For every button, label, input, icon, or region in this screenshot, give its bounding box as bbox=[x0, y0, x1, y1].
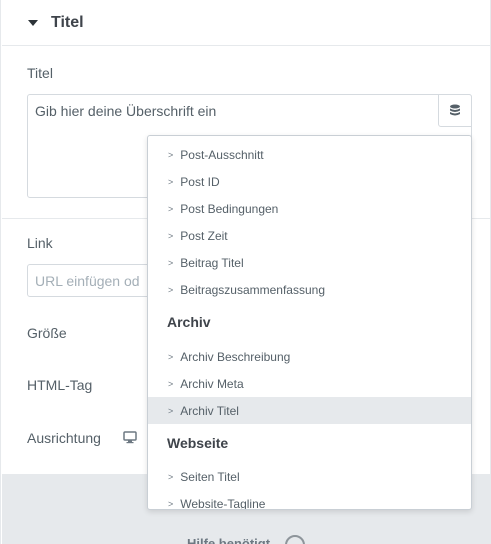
title-label: Titel bbox=[27, 65, 53, 81]
dropdown-group-site: Webseite bbox=[167, 435, 229, 451]
dropdown-item[interactable]: > Post ID bbox=[148, 168, 471, 195]
link-label: Link bbox=[27, 235, 53, 251]
dropdown-item[interactable]: > Post-Ausschnitt bbox=[148, 141, 471, 168]
alignment-label: Ausrichtung bbox=[27, 430, 101, 446]
dropdown-item-label: Post Zeit bbox=[180, 228, 228, 243]
help-link[interactable]: Hilfe benötigt bbox=[187, 536, 270, 544]
desktop-icon[interactable] bbox=[123, 431, 137, 444]
dropdown-item[interactable]: > Website-Tagline bbox=[148, 490, 471, 510]
dropdown-item-label: Beitragszusammenfassung bbox=[180, 282, 326, 297]
chevron-right-icon: > bbox=[168, 258, 174, 268]
database-icon bbox=[450, 104, 460, 115]
dropdown-item-label: Beitrag Titel bbox=[180, 255, 244, 270]
caret-down-icon bbox=[28, 20, 38, 26]
chevron-right-icon: > bbox=[168, 177, 174, 187]
dropdown-item[interactable]: > Archiv Meta bbox=[148, 370, 471, 397]
chevron-right-icon: > bbox=[168, 204, 174, 214]
chevron-right-icon: > bbox=[168, 472, 174, 482]
dropdown-item-label: Archiv Titel bbox=[180, 403, 239, 418]
section-header[interactable]: Titel bbox=[2, 0, 491, 46]
section-title: Titel bbox=[51, 13, 84, 31]
size-label: Größe bbox=[27, 325, 67, 341]
dropdown-item-label: Post-Ausschnitt bbox=[180, 147, 264, 162]
dynamic-tags-dropdown: > Post-Ausschnitt > Post ID > Post Bedin… bbox=[147, 135, 472, 510]
dropdown-group-archive: Archiv bbox=[167, 314, 211, 330]
chevron-right-icon: > bbox=[168, 231, 174, 241]
title-value: Gib hier deine Überschrift ein bbox=[35, 103, 217, 119]
editor-panel: Titel Titel Gib hier deine Überschrift e… bbox=[0, 0, 491, 544]
dropdown-item-label: Post ID bbox=[180, 174, 220, 189]
dropdown-item[interactable]: > Seiten Titel bbox=[148, 463, 471, 490]
chevron-right-icon: > bbox=[168, 406, 174, 416]
chevron-right-icon: > bbox=[168, 285, 174, 295]
dropdown-item-label: Archiv Meta bbox=[180, 376, 244, 391]
dropdown-item-label: Seiten Titel bbox=[180, 469, 240, 484]
dropdown-item[interactable]: > Beitrag Titel bbox=[148, 249, 471, 276]
dynamic-tags-button[interactable] bbox=[438, 94, 472, 127]
chevron-right-icon: > bbox=[168, 150, 174, 160]
dropdown-item-selected[interactable]: > Archiv Titel bbox=[148, 397, 471, 424]
dropdown-item-label: Website-Tagline bbox=[180, 496, 266, 510]
dropdown-item[interactable]: > Post Bedingungen bbox=[148, 195, 471, 222]
dropdown-item[interactable]: > Beitragszusammenfassung bbox=[148, 276, 471, 303]
chevron-right-icon: > bbox=[168, 499, 174, 509]
chevron-right-icon: > bbox=[168, 379, 174, 389]
dropdown-item[interactable]: > Archiv Beschreibung bbox=[148, 343, 471, 370]
dropdown-item-label: Archiv Beschreibung bbox=[180, 349, 291, 364]
chevron-right-icon: > bbox=[168, 352, 174, 362]
dropdown-item[interactable]: > Post Zeit bbox=[148, 222, 471, 249]
dropdown-item-label: Post Bedingungen bbox=[180, 201, 279, 216]
html-tag-label: HTML-Tag bbox=[27, 377, 93, 393]
